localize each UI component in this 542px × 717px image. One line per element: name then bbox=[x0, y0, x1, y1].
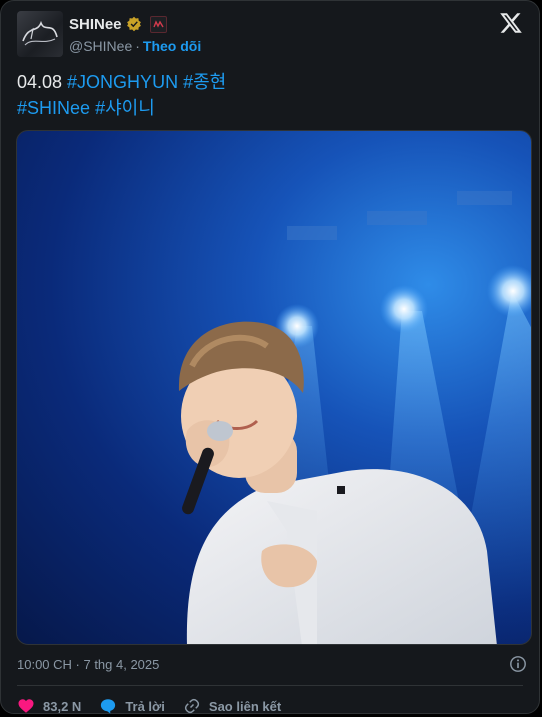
x-logo-icon[interactable] bbox=[499, 11, 523, 35]
like-button[interactable]: 83,2 N bbox=[17, 697, 81, 715]
concert-photo-illustration bbox=[178, 191, 531, 644]
follow-button[interactable]: Theo dõi bbox=[143, 38, 201, 54]
like-count: 83,2 N bbox=[43, 698, 82, 714]
verified-badge-icon bbox=[126, 16, 141, 32]
handle-separator: · bbox=[135, 38, 140, 54]
heart-icon bbox=[18, 699, 34, 713]
tweet-line-1: 04.08 #JONGHYUN #종현 bbox=[17, 69, 226, 95]
tweet-timestamp[interactable]: 10:00 CH · 7 thg 4, 2025 bbox=[17, 657, 159, 672]
hashtag-shinee-korean[interactable]: #샤이니 bbox=[95, 98, 155, 118]
info-icon[interactable] bbox=[509, 655, 527, 673]
tweet-photo[interactable] bbox=[16, 130, 532, 645]
copy-link-button[interactable]: Sao liên kết bbox=[183, 697, 281, 715]
tweet-header: SHINee @SHINee · Theo dõi bbox=[17, 11, 523, 59]
hashtag-jonghyun[interactable]: #JONGHYUN bbox=[67, 72, 178, 92]
reply-label: Trả lời bbox=[125, 698, 165, 714]
link-icon bbox=[184, 698, 200, 714]
divider bbox=[17, 685, 523, 686]
avatar[interactable] bbox=[17, 11, 63, 57]
hashtag-jonghyun-korean[interactable]: #종현 bbox=[183, 72, 226, 92]
tweet-line-2: #SHINee #샤이니 bbox=[17, 95, 226, 121]
tweet-embed-card: SHINee @SHINee · Theo dõi 04.08 #JONGHYUN … bbox=[0, 0, 540, 714]
reply-button[interactable]: Trả lời bbox=[99, 697, 165, 715]
handle-line: @SHINee · Theo dõi bbox=[69, 38, 201, 54]
date-text: 04.08 bbox=[17, 72, 68, 92]
hashtag-shinee[interactable]: #SHINee bbox=[17, 98, 90, 118]
copy-link-label: Sao liên kết bbox=[208, 698, 282, 714]
tweet-text: 04.08 #JONGHYUN #종현 #SHINee #샤이니 bbox=[17, 69, 226, 121]
affiliate-badge-icon[interactable] bbox=[149, 15, 167, 33]
author-handle[interactable]: @SHINee bbox=[69, 38, 132, 54]
name-line: SHINee bbox=[69, 15, 167, 33]
author-name[interactable]: SHINee bbox=[69, 16, 122, 33]
reply-icon bbox=[101, 699, 116, 714]
